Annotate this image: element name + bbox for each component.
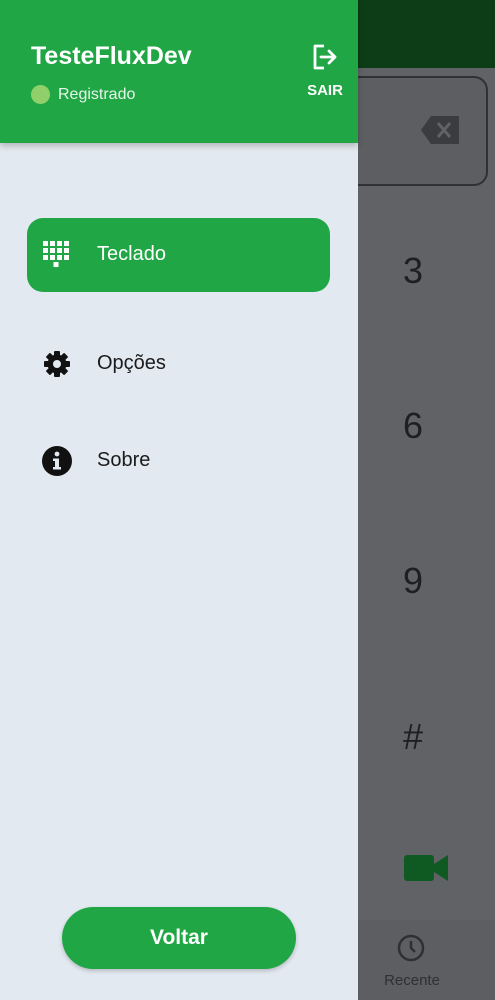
dialer-key-6: 6 <box>402 405 424 446</box>
gear-icon <box>44 351 70 377</box>
drawer-header: TesteFluxDev Registrado SAIR <box>0 0 358 143</box>
info-icon <box>42 446 72 476</box>
menu-item-opcoes[interactable]: Opções <box>27 327 330 401</box>
menu-item-sobre[interactable]: Sobre <box>27 424 330 498</box>
menu-item-teclado[interactable]: Teclado <box>27 218 330 292</box>
back-button[interactable]: Voltar <box>62 907 296 969</box>
logout-button[interactable]: SAIR <box>300 44 350 104</box>
dialer-key-hash: # <box>402 716 424 757</box>
menu-item-label: Teclado <box>97 243 166 265</box>
dialer-key-3: 3 <box>402 250 424 291</box>
navigation-drawer: TesteFluxDev Registrado SAIR Teclado Opç… <box>0 0 358 1000</box>
logout-icon <box>313 44 337 70</box>
status-text: Registrado <box>58 86 136 103</box>
video-call-icon <box>404 855 448 881</box>
menu-item-label: Opções <box>97 352 166 374</box>
menu-item-label: Sobre <box>97 449 151 471</box>
backspace-icon <box>421 116 459 144</box>
dialpad-icon <box>43 241 69 267</box>
logout-label: SAIR <box>307 82 343 99</box>
dialer-key-9: 9 <box>402 560 424 601</box>
status-indicator <box>31 85 50 104</box>
recent-tab-label: Recente <box>384 972 440 989</box>
clock-icon <box>397 934 425 962</box>
account-name: TesteFluxDev <box>31 42 192 70</box>
